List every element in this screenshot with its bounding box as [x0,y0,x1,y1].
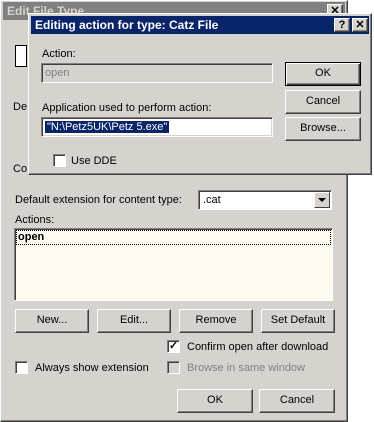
actions-list[interactable]: open [14,228,333,301]
default-extension-select[interactable]: .cat [198,190,332,210]
default-extension-value: .cat [203,194,221,206]
browse-same-window-checkbox [167,361,180,374]
file-type-icon [15,45,27,67]
action-label: Action: [42,48,76,60]
new-action-button[interactable]: New... [15,309,89,333]
edit-action-button[interactable]: Edit... [97,309,171,333]
editing-action-titlebar[interactable]: Editing action for type: Catz File [31,16,369,34]
application-value: "N:\Petz5UK\Petz 5.exe" [45,121,170,133]
dialog-ok-button[interactable]: OK [285,62,361,86]
always-show-extension-label[interactable]: Always show extension [35,362,149,375]
help-icon[interactable]: ? [334,18,350,32]
edit-file-type-ok-button[interactable]: OK [177,389,253,413]
action-field[interactable]: open [41,63,273,83]
edit-file-type-cancel-button[interactable]: Cancel [259,389,335,413]
actions-label: Actions: [15,214,55,226]
use-dde-label[interactable]: Use DDE [71,155,117,168]
chevron-down-icon[interactable] [314,192,330,208]
application-field[interactable]: "N:\Petz5UK\Petz 5.exe" [41,117,273,137]
content-type-label-partial: Co [13,163,28,175]
confirm-open-checkbox[interactable]: ✓ [167,340,180,353]
set-default-button[interactable]: Set Default [261,309,335,333]
editing-action-dialog: Editing action for type: Catz File ? ✕ A… [28,13,372,175]
remove-action-button[interactable]: Remove [179,309,253,333]
use-dde-checkbox[interactable] [53,154,66,167]
list-item[interactable]: open [16,230,331,245]
confirm-open-label[interactable]: Confirm open after download [187,341,328,354]
close-icon[interactable]: ✕ [352,18,368,32]
editing-action-title: Editing action for type: Catz File [35,18,219,32]
always-show-extension-checkbox[interactable] [15,361,28,374]
dialog-cancel-button[interactable]: Cancel [285,90,361,114]
default-extension-label: Default extension for content type: [15,194,182,206]
application-label: Application used to perform action: [42,102,212,114]
browse-same-window-label: Browse in same window [187,362,305,374]
description-label-partial: De [13,101,28,113]
browse-button[interactable]: Browse... [285,117,361,141]
